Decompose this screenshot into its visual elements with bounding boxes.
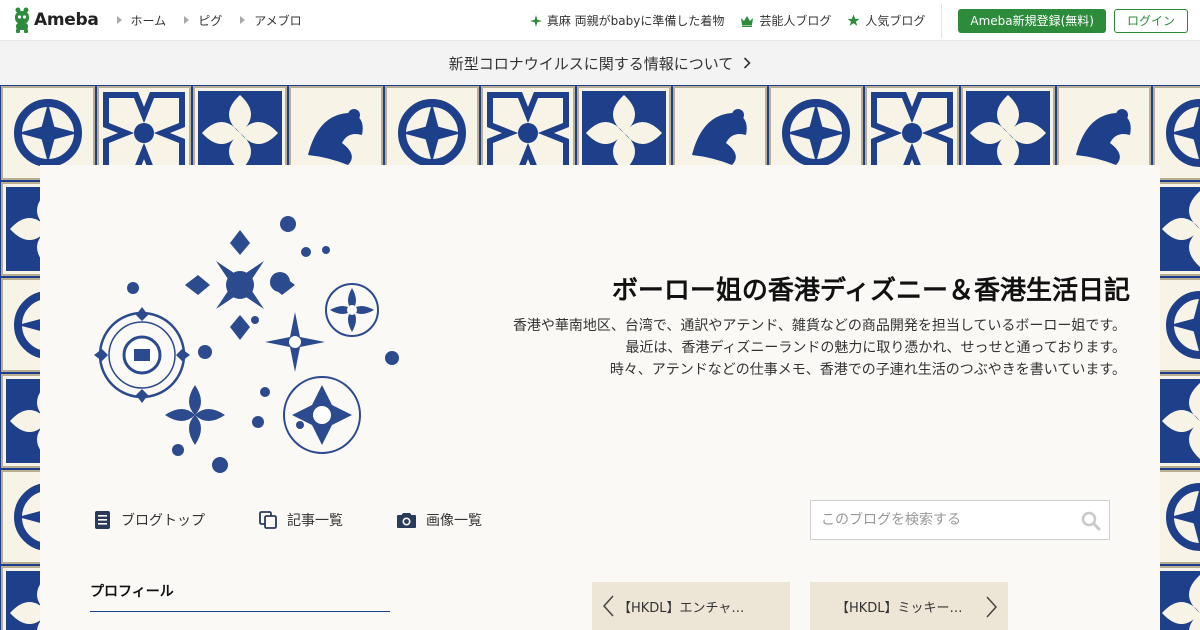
document-icon xyxy=(95,511,110,529)
camera-icon xyxy=(397,513,416,528)
crown-icon xyxy=(741,15,754,27)
celebrity-blog-label: 芸能人ブログ xyxy=(759,14,832,28)
prev-entry-link[interactable]: 【HKDL】エンチャ… xyxy=(592,582,790,630)
blog-search-box xyxy=(810,500,1110,540)
chevron-right-icon xyxy=(986,596,998,618)
caret-right-icon xyxy=(184,16,190,24)
nav-item-pigg[interactable]: ピグ xyxy=(184,12,222,29)
covid-notice-link[interactable]: 新型コロナウイルスに関する情報について xyxy=(0,41,1200,85)
image-list-link[interactable]: 画像一覧 xyxy=(397,510,482,530)
blog-description-line: 最近は、香港ディズニーランドの魅力に取り憑かれ、せっせと通っております。 xyxy=(625,340,1126,356)
blog-title[interactable]: ボーロー姐の香港ディズニー＆香港生活日記 xyxy=(612,270,1130,307)
header-divider xyxy=(941,3,943,38)
next-entry-link[interactable]: 【HKDL】ミッキー… xyxy=(810,582,1008,630)
nav-item-home[interactable]: ホーム xyxy=(116,12,167,29)
prev-entry-title: 【HKDL】エンチャ… xyxy=(618,600,745,616)
login-button[interactable]: ログイン xyxy=(1113,8,1188,33)
blog-description: 香港や華南地区、台湾で、通訳やアテンド、雑貨などの商品開発を担当しているボーロー… xyxy=(513,315,1126,381)
global-header: Ameba ホーム ピグ アメブロ 真麻 両親がbabyに準備した着物 芸能人ブ… xyxy=(0,0,1200,41)
azulejo-ornament-illustration xyxy=(94,216,399,473)
blog-description-line: 時々、アテンドなどの仕事メモ、香港での子連れ生活のつぶやきを書いています。 xyxy=(609,362,1126,378)
blog-subnav: ブログトップ 記事一覧 画像一覧 xyxy=(94,510,536,530)
chevron-right-icon xyxy=(744,57,751,69)
sparkle-icon xyxy=(529,14,542,27)
entry-list-label: 記事一覧 xyxy=(287,513,343,529)
nav-item-label: アメブロ xyxy=(254,13,302,28)
next-entry-title: 【HKDL】ミッキー… xyxy=(836,600,963,616)
caret-right-icon xyxy=(240,16,246,24)
profile-divider xyxy=(90,611,390,612)
trending-link[interactable]: 真麻 両親がbabyに準備した着物 xyxy=(529,12,725,29)
blog-search-input[interactable] xyxy=(811,512,1071,528)
global-nav: ホーム ピグ アメブロ xyxy=(111,12,314,29)
star-icon xyxy=(847,14,860,26)
header-right: 真麻 両親がbabyに準備した着物 芸能人ブログ 人気ブログ Ameba新規登録… xyxy=(529,0,1200,41)
blog-description-line: 香港や華南地区、台湾で、通訳やアテンド、雑貨などの商品開発を担当しているボーロー… xyxy=(512,318,1126,334)
nav-item-ameblo[interactable]: アメブロ xyxy=(240,12,302,29)
caret-right-icon xyxy=(116,16,122,24)
ameba-mascot-icon xyxy=(15,7,29,33)
blog-top-label: ブログトップ xyxy=(121,513,205,529)
popular-blog-link[interactable]: 人気ブログ xyxy=(847,12,925,29)
search-icon[interactable] xyxy=(1081,511,1101,531)
nav-item-label: ピグ xyxy=(198,13,223,28)
register-button[interactable]: Ameba新規登録(無料) xyxy=(958,8,1106,33)
blog-header-card: ボーロー姐の香港ディズニー＆香港生活日記 香港や華南地区、台湾で、通訳やアテンド… xyxy=(40,165,1160,630)
popular-blog-label: 人気ブログ xyxy=(865,14,926,28)
celebrity-blog-link[interactable]: 芸能人ブログ xyxy=(740,12,831,29)
entry-list-link[interactable]: 記事一覧 xyxy=(259,510,343,530)
blog-top-link[interactable]: ブログトップ xyxy=(94,510,205,530)
chevron-left-icon xyxy=(602,595,614,617)
profile-heading: プロフィール xyxy=(90,584,174,600)
notice-text: 新型コロナウイルスに関する情報について xyxy=(448,54,734,73)
nav-item-label: ホーム xyxy=(130,13,167,28)
logo-text: Ameba xyxy=(34,10,99,30)
ameba-logo[interactable]: Ameba xyxy=(12,0,99,41)
copy-icon xyxy=(259,511,277,529)
trending-link-label: 真麻 両親がbabyに準備した着物 xyxy=(546,14,725,28)
image-list-label: 画像一覧 xyxy=(426,513,482,529)
